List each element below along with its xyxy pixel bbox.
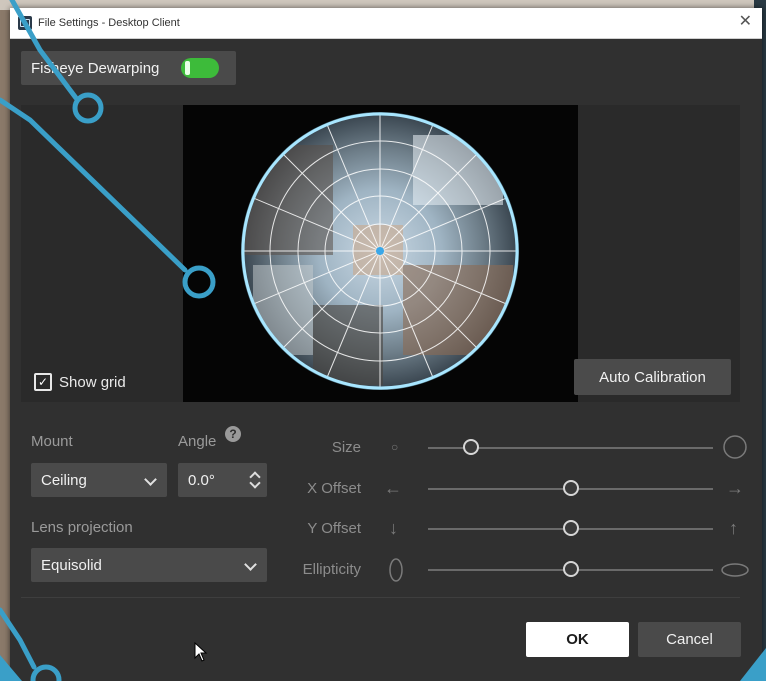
arrow-up-icon: ↑ (729, 518, 738, 538)
large-circle-icon (723, 435, 747, 459)
ok-button[interactable]: OK (526, 622, 629, 657)
close-icon[interactable]: ✕ (739, 14, 752, 30)
chevron-down-icon (244, 558, 257, 571)
fisheye-image (241, 112, 519, 390)
horizontal-ellipse-icon (721, 563, 749, 577)
help-icon[interactable]: ? (225, 426, 241, 442)
lens-projection-select-value: Equisolid (41, 556, 102, 574)
lens-projection-label: Lens projection (31, 519, 133, 536)
fisheye-preview (183, 105, 578, 402)
fisheye-dewarping-toggle[interactable] (181, 58, 220, 78)
app-icon (18, 16, 32, 30)
preview-panel: ✓ Show grid Auto Calibration (21, 105, 740, 402)
y-offset-label: Y Offset (307, 520, 361, 537)
arrow-down-icon: ↓ (389, 518, 398, 538)
size-slider-thumb[interactable] (462, 439, 479, 455)
mount-label: Mount (31, 433, 73, 450)
mount-select[interactable]: Ceiling (31, 463, 167, 497)
size-label: Size (331, 439, 361, 456)
fisheye-dewarping-label: Fisheye Dewarping (31, 59, 160, 77)
arrow-right-icon: → (726, 478, 744, 498)
fisheye-dewarping-row: Fisheye Dewarping (21, 51, 236, 85)
auto-calibration-button[interactable]: Auto Calibration (574, 359, 731, 395)
angle-stepper[interactable]: 0.0° (178, 463, 267, 497)
angle-stepper-value: 0.0° (188, 471, 215, 489)
lens-projection-select[interactable]: Equisolid (31, 548, 267, 582)
cancel-button[interactable]: Cancel (638, 622, 741, 657)
toggle-knob (185, 61, 191, 75)
ellipticity-label: Ellipticity (302, 561, 361, 578)
vertical-ellipse-icon (389, 558, 403, 582)
arrow-left-icon: ← (384, 478, 402, 498)
small-circle-icon: ○ (391, 440, 399, 454)
chevron-down-icon (144, 473, 157, 486)
angle-label: Angle (178, 433, 217, 450)
y-offset-slider-thumb[interactable] (562, 520, 579, 536)
title-bar: File Settings - Desktop Client ✕ (10, 8, 762, 39)
footer-divider (21, 597, 740, 598)
x-offset-slider-thumb[interactable] (562, 480, 579, 496)
show-grid-checkbox[interactable]: ✓ Show grid (34, 373, 126, 391)
mount-select-value: Ceiling (41, 471, 87, 489)
mouse-cursor-icon (194, 642, 208, 662)
show-grid-label: Show grid (59, 373, 126, 391)
ellipticity-slider-thumb[interactable] (562, 561, 579, 577)
x-offset-label: X Offset (307, 480, 361, 497)
checkbox-checked-icon: ✓ (34, 373, 52, 391)
window-title: File Settings - Desktop Client (38, 17, 180, 29)
